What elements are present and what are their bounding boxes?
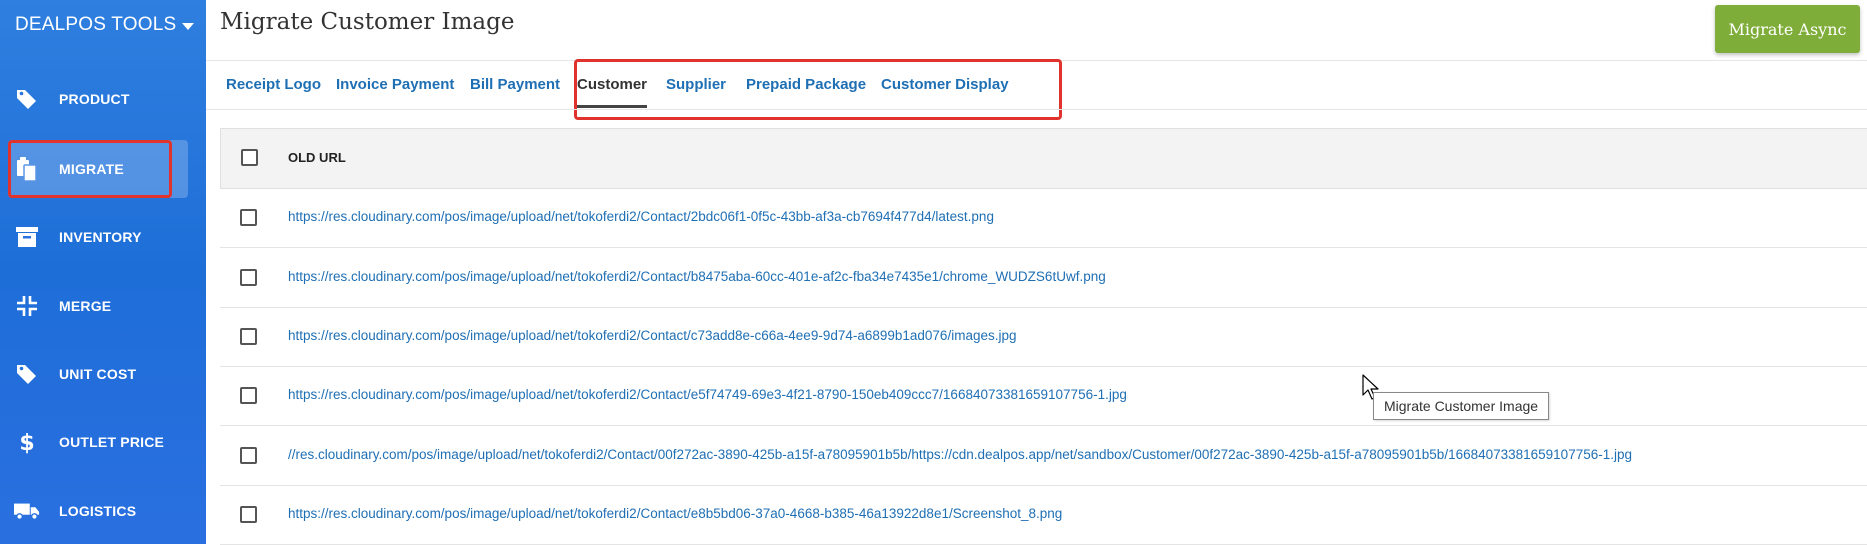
migrate-async-button[interactable]: Migrate Async xyxy=(1715,5,1860,53)
table-row: //res.cloudinary.com/pos/image/upload/ne… xyxy=(220,426,1867,486)
tag-icon xyxy=(14,361,40,387)
old-url-link[interactable]: https://res.cloudinary.com/pos/image/upl… xyxy=(288,506,1062,521)
table-row: https://res.cloudinary.com/pos/image/upl… xyxy=(220,248,1867,308)
row-checkbox[interactable] xyxy=(240,506,257,523)
tab-invoice-payment[interactable]: Invoice Payment xyxy=(336,76,454,93)
old-url-link[interactable]: https://res.cloudinary.com/pos/image/upl… xyxy=(288,269,1106,284)
tab-receipt-logo[interactable]: Receipt Logo xyxy=(226,76,321,93)
row-checkbox[interactable] xyxy=(240,387,257,404)
merge-icon xyxy=(14,293,40,319)
tooltip: Migrate Customer Image xyxy=(1373,392,1550,420)
truck-icon xyxy=(14,498,40,524)
sidebar-item-merge[interactable]: MERGE xyxy=(0,277,206,335)
archive-icon xyxy=(14,224,40,250)
svg-text:$: $ xyxy=(19,431,34,455)
sidebar-item-unit-cost[interactable]: UNIT COST xyxy=(0,345,206,403)
sidebar: DEALPOS TOOLS PRODUCT MIGRATE INVENTORY … xyxy=(0,0,206,544)
active-tab-indicator xyxy=(577,105,647,108)
copy-icon xyxy=(14,156,40,182)
sidebar-item-label: MIGRATE xyxy=(59,161,124,177)
old-url-link[interactable]: https://res.cloudinary.com/pos/image/upl… xyxy=(288,328,1016,343)
table-row: https://res.cloudinary.com/pos/image/upl… xyxy=(220,366,1867,426)
sidebar-item-label: OUTLET PRICE xyxy=(59,434,165,450)
row-checkbox[interactable] xyxy=(240,328,257,345)
row-checkbox[interactable] xyxy=(240,269,257,286)
caret-down-icon xyxy=(182,22,195,30)
table-row: https://res.cloudinary.com/pos/image/upl… xyxy=(220,307,1867,367)
brand-label: DEALPOS TOOLS xyxy=(15,14,177,35)
divider xyxy=(206,109,1867,110)
old-url-link[interactable]: //res.cloudinary.com/pos/image/upload/ne… xyxy=(288,447,1632,462)
row-checkbox[interactable] xyxy=(240,209,257,226)
old-url-link[interactable]: https://res.cloudinary.com/pos/image/upl… xyxy=(288,387,1127,402)
table-row: https://res.cloudinary.com/pos/image/upl… xyxy=(220,485,1867,545)
table-header xyxy=(220,128,1867,189)
tab-customer-display[interactable]: Customer Display xyxy=(881,76,1009,93)
tag-icon xyxy=(14,86,40,112)
tab-bill-payment[interactable]: Bill Payment xyxy=(470,76,560,93)
page-title: Migrate Customer Image xyxy=(220,9,515,35)
sidebar-item-product[interactable]: PRODUCT xyxy=(0,70,206,128)
sidebar-item-outlet-price[interactable]: $ OUTLET PRICE xyxy=(0,413,206,471)
old-url-link[interactable]: https://res.cloudinary.com/pos/image/upl… xyxy=(288,209,994,224)
sidebar-item-inventory[interactable]: INVENTORY xyxy=(0,208,206,266)
sidebar-item-label: LOGISTICS xyxy=(59,503,137,519)
sidebar-item-label: PRODUCT xyxy=(59,91,130,107)
sidebar-item-migrate[interactable]: MIGRATE xyxy=(8,140,188,198)
sidebar-item-label: UNIT COST xyxy=(59,366,137,382)
sidebar-item-label: MERGE xyxy=(59,298,112,314)
dollar-icon: $ xyxy=(14,429,40,455)
sidebar-item-logistics[interactable]: LOGISTICS xyxy=(0,482,206,540)
tab-prepaid-package[interactable]: Prepaid Package xyxy=(746,76,866,93)
select-all-checkbox[interactable] xyxy=(241,149,258,166)
tab-customer[interactable]: Customer xyxy=(577,76,647,93)
row-checkbox[interactable] xyxy=(240,447,257,464)
sidebar-item-label: INVENTORY xyxy=(59,229,142,245)
table-row: https://res.cloudinary.com/pos/image/upl… xyxy=(220,188,1867,248)
brand-menu[interactable]: DEALPOS TOOLS xyxy=(15,14,195,36)
tab-supplier[interactable]: Supplier xyxy=(666,76,726,93)
column-header-old-url: OLD URL xyxy=(288,150,346,165)
divider xyxy=(206,60,1867,61)
